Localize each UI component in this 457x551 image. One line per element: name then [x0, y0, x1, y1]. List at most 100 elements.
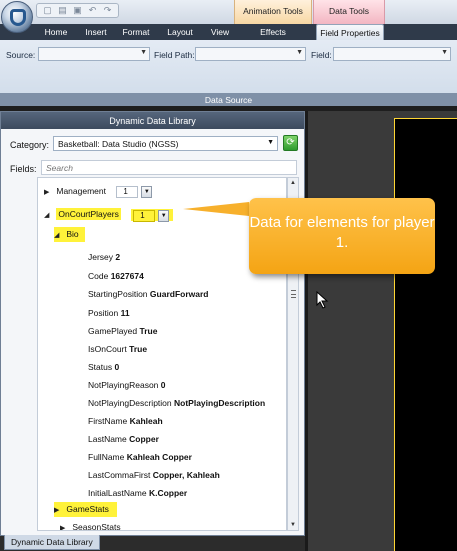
field-row[interactable]: GamePlayed True — [88, 324, 157, 339]
expand-arrow-icon[interactable]: ▶ — [54, 503, 64, 518]
node-label: OnCourtPlayers — [56, 208, 121, 220]
field-name: FirstName — [88, 416, 128, 426]
field-name: IsOnCourt — [88, 344, 127, 354]
node-label: Management — [56, 186, 106, 196]
tree-node-bio[interactable]: ◢ Bio — [54, 227, 85, 242]
scene-canvas[interactable] — [394, 118, 457, 551]
data-tools-context-tab: Data Tools — [313, 0, 385, 24]
refresh-button[interactable]: ⟳ — [283, 135, 298, 151]
field-row[interactable]: FirstName Kahleah — [88, 414, 163, 429]
expand-arrow-icon[interactable]: ▶ — [44, 185, 54, 200]
field-row[interactable]: Status 0 — [88, 360, 119, 375]
tree-node-management[interactable]: ▶ Management 1 ▼ — [44, 184, 154, 199]
redo-icon[interactable]: ↷ — [101, 5, 114, 16]
field-row[interactable]: IsOnCourt True — [88, 342, 147, 357]
tree-node-gamestats[interactable]: ▶ GameStats — [54, 502, 117, 517]
field-value: Copper, Kahleah — [152, 470, 220, 480]
callout-pointer — [183, 202, 249, 216]
tab-insert[interactable]: Insert — [78, 24, 114, 40]
field-value: 11 — [120, 308, 130, 318]
field-name: FullName — [88, 452, 125, 462]
tab-view[interactable]: View — [204, 24, 236, 40]
dynamic-data-library-panel: Dynamic Data Library Category: Basketbal… — [0, 111, 305, 536]
category-label: Category: — [10, 140, 50, 150]
data-source-group-label: Data Source — [0, 93, 457, 106]
field-row[interactable]: Code 1627674 — [88, 269, 144, 284]
undo-icon[interactable]: ↶ — [86, 5, 99, 16]
mouse-cursor-icon — [316, 291, 329, 309]
field-dropdown[interactable]: ▼ — [333, 47, 451, 61]
search-input[interactable] — [41, 160, 297, 175]
management-index-stepper[interactable]: 1 ▼ — [116, 185, 154, 198]
field-value: 1627674 — [110, 271, 144, 281]
oncourtplayers-index-stepper[interactable]: 1 ▼ — [131, 208, 174, 222]
field-value: Kahleah Copper — [126, 452, 192, 462]
node-label: GameStats — [66, 504, 109, 514]
field-row[interactable]: NotPlayingDescription NotPlayingDescript… — [88, 396, 265, 411]
field-row[interactable]: LastCommaFirst Copper, Kahleah — [88, 468, 220, 483]
field-value: 0 — [114, 362, 120, 372]
field-name: InitialLastName — [88, 488, 147, 498]
field-row[interactable]: FullName Kahleah Copper — [88, 450, 192, 465]
annotation-callout: Data for elements for player 1. — [249, 198, 435, 274]
tab-layout[interactable]: Layout — [160, 24, 200, 40]
field-name: NotPlayingDescription — [88, 398, 172, 408]
tab-format[interactable]: Format — [116, 24, 156, 40]
stepper-down-icon[interactable]: ▼ — [141, 185, 153, 198]
stepper-value[interactable]: 1 — [133, 209, 156, 222]
collapse-arrow-icon[interactable]: ◢ — [44, 208, 54, 223]
collapse-arrow-icon[interactable]: ◢ — [54, 228, 64, 243]
source-dropdown[interactable]: ▼ — [38, 47, 150, 61]
field-name: Jersey — [88, 252, 114, 262]
ribbon-panel: Source: ▼ Field Path: ▼ Field: ▼ Data So… — [0, 40, 457, 106]
application-menu-button[interactable] — [1, 1, 33, 33]
field-row[interactable]: NotPlayingReason 0 — [88, 378, 166, 393]
field-row[interactable]: InitialLastName K.Copper — [88, 486, 187, 501]
app-logo-icon — [10, 9, 26, 26]
category-value: Basketball: Data Studio (NGSS) — [58, 139, 179, 149]
chevron-down-icon: ▼ — [296, 49, 303, 56]
dynamic-data-library-tab[interactable]: Dynamic Data Library — [4, 535, 100, 550]
field-row[interactable]: Position 11 — [88, 306, 130, 321]
field-path-dropdown[interactable]: ▼ — [195, 47, 306, 61]
field-label: Field: — [311, 50, 332, 60]
new-file-icon[interactable]: ▢ — [41, 5, 54, 16]
chevron-down-icon: ▼ — [441, 49, 448, 56]
node-label: SeasonStats — [72, 522, 121, 531]
scroll-down-icon[interactable]: ▼ — [290, 522, 296, 528]
field-name: Status — [88, 362, 113, 372]
category-dropdown[interactable]: Basketball: Data Studio (NGSS) ▼ — [53, 136, 278, 151]
tab-effects[interactable]: Effects — [244, 24, 302, 40]
refresh-icon: ⟳ — [286, 137, 295, 148]
tree-node-seasonstats[interactable]: ▶ SeasonStats — [60, 520, 121, 531]
field-value: True — [139, 326, 158, 336]
tab-field-properties[interactable]: Field Properties — [316, 24, 384, 40]
field-value: Copper — [129, 434, 159, 444]
title-bar: ▢ ▤ ▣ ↶ ↷ Animation Tools Data Tools — [0, 0, 457, 24]
save-icon[interactable]: ▣ — [71, 5, 84, 16]
field-name: LastCommaFirst — [88, 470, 151, 480]
field-row[interactable]: LastName Copper — [88, 432, 159, 447]
tree-node-oncourtplayers[interactable]: ◢ OnCourtPlayers 1 ▼ — [44, 207, 174, 223]
field-row[interactable]: StartingPosition GuardForward — [88, 287, 208, 302]
fields-label: Fields: — [10, 164, 37, 174]
stepper-down-icon[interactable]: ▼ — [158, 209, 170, 222]
panel-title: Dynamic Data Library — [1, 112, 304, 129]
field-name: StartingPosition — [88, 289, 148, 299]
scroll-up-icon[interactable]: ▲ — [290, 180, 296, 186]
scroll-thumb-grip[interactable] — [291, 290, 296, 298]
tab-home[interactable]: Home — [36, 24, 76, 40]
field-name: GamePlayed — [88, 326, 138, 336]
open-folder-icon[interactable]: ▤ — [56, 5, 69, 16]
node-label: Bio — [66, 229, 79, 239]
field-path-label: Field Path: — [154, 50, 195, 60]
expand-arrow-icon[interactable]: ▶ — [60, 521, 70, 530]
field-name: Position — [88, 308, 119, 318]
chevron-down-icon: ▼ — [267, 139, 274, 146]
field-row[interactable]: Jersey 2 — [88, 250, 120, 265]
stepper-value[interactable]: 1 — [116, 185, 139, 198]
field-value: 0 — [160, 380, 166, 390]
field-value: NotPlayingDescription — [174, 398, 266, 408]
ribbon-tab-row: Home Insert Format Layout View Effects F… — [0, 24, 457, 40]
field-name: Code — [88, 271, 109, 281]
